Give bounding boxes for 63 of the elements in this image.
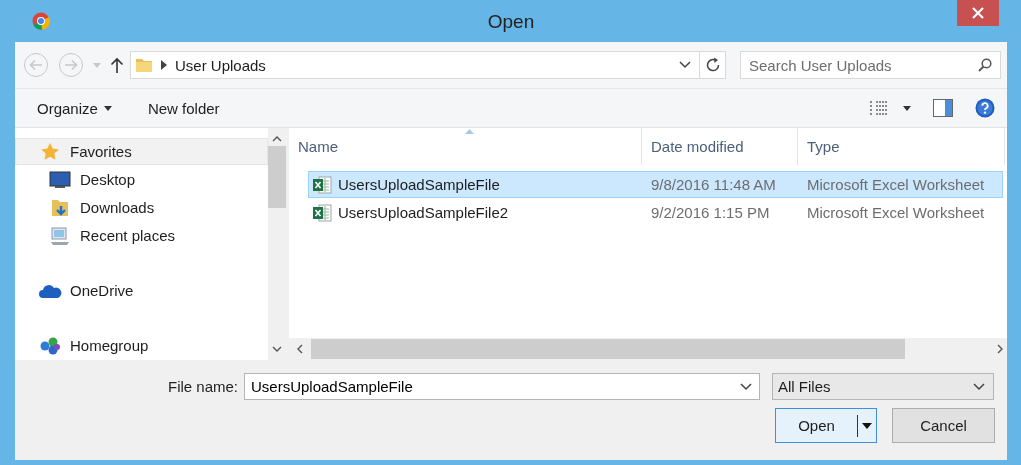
vertical-scrollbar[interactable] [268, 128, 286, 360]
caret-icon [862, 422, 872, 429]
spreadsheet-file-icon [312, 174, 332, 195]
close-icon [972, 7, 984, 19]
organize-button[interactable]: Organize [37, 99, 112, 117]
column-header[interactable]: Name [289, 128, 642, 165]
close-button[interactable] [957, 0, 999, 26]
search-field[interactable]: Search User Uploads [740, 51, 1001, 79]
scrollbar-thumb[interactable] [311, 339, 905, 359]
caret-icon [103, 105, 112, 111]
nav-pane-item[interactable]: Favorites [15, 138, 268, 165]
spreadsheet-file-icon [312, 202, 332, 223]
search-icon [978, 58, 992, 72]
scrollbar-thumb[interactable] [268, 146, 286, 208]
sort-arrow-icon [465, 129, 474, 134]
download-folder-icon [51, 197, 69, 218]
address-bar[interactable]: User Uploads [130, 51, 701, 79]
horizontal-scrollbar[interactable] [289, 338, 1007, 360]
recent-places-icon [49, 225, 71, 246]
chevron-left-icon[interactable] [297, 344, 303, 354]
caret-icon[interactable] [903, 105, 911, 111]
chevron-up-icon[interactable] [272, 136, 282, 142]
nav-pane-item[interactable]: Homegroup [15, 332, 268, 359]
star-icon [40, 141, 60, 162]
preview-pane-icon[interactable] [933, 99, 953, 117]
help-icon[interactable] [975, 98, 995, 118]
view-options-icon[interactable] [869, 100, 889, 116]
cancel-button[interactable]: Cancel [892, 408, 995, 443]
chevron-right-icon [161, 60, 167, 70]
chevron-down-icon[interactable] [272, 346, 282, 352]
nav-pane-item[interactable]: Recent places [15, 222, 268, 249]
chevron-down-icon[interactable] [679, 61, 692, 69]
up-arrow-icon[interactable] [110, 57, 124, 73]
file-date: 9/2/2016 1:15 PM [650, 204, 771, 221]
browser-logo-icon [32, 12, 50, 30]
breadcrumb-path[interactable]: User Uploads [175, 56, 672, 74]
open-button[interactable]: Open [775, 408, 877, 443]
cloud-icon [38, 282, 62, 299]
file-name-field[interactable]: UsersUploadSampleFile [244, 373, 760, 400]
file-type-dropdown[interactable]: All Files [772, 373, 994, 400]
file-type: Microsoft Excel Worksheet [806, 176, 986, 193]
refresh-icon [704, 57, 721, 73]
file-name-label: File name: [166, 378, 238, 395]
file-type: Microsoft Excel Worksheet [806, 204, 986, 221]
nav-pane-item[interactable]: Downloads [15, 194, 268, 221]
nav-pane-item[interactable]: Desktop [15, 166, 268, 193]
nav-pane-item[interactable]: OneDrive [15, 277, 268, 304]
monitor-icon [49, 170, 71, 189]
folder-icon [135, 56, 153, 74]
file-name: UsersUploadSampleFile2 [338, 204, 509, 221]
file-name: UsersUploadSampleFile [338, 176, 500, 193]
column-header[interactable]: Type [798, 128, 1005, 165]
homegroup-icon [39, 335, 61, 356]
chevron-right-icon[interactable] [997, 344, 1003, 354]
chevron-down-icon [973, 382, 985, 391]
column-header[interactable]: Date modified [642, 128, 798, 165]
chevron-down-icon [740, 383, 752, 391]
window-title: Open [486, 11, 536, 33]
file-row[interactable]: UsersUploadSampleFile2 9/2/2016 1:15 PM Microsoft Excel Worksheet [308, 199, 1003, 226]
new-folder-button[interactable]: New folder [147, 99, 220, 117]
file-row[interactable]: UsersUploadSampleFile 9/8/2016 11:48 AM Microsoft Excel Worksheet [308, 171, 1003, 198]
file-date: 9/8/2016 11:48 AM [650, 176, 777, 193]
refresh-button[interactable] [700, 51, 726, 79]
